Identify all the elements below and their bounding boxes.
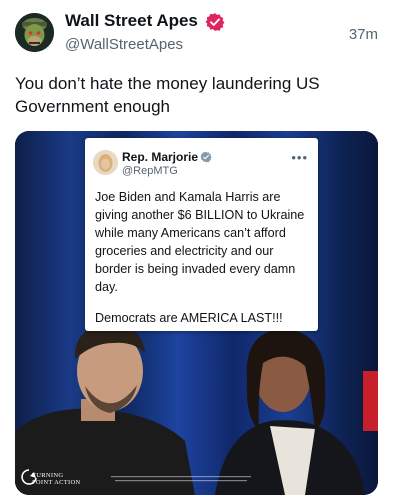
post-timestamp[interactable]: 37m <box>349 26 378 43</box>
watermark-line-1: TURNING <box>32 472 64 479</box>
author-name[interactable]: Wall Street Apes <box>65 11 198 31</box>
quoted-post-closing: Democrats are AMERICA LAST!!! <box>95 311 283 325</box>
author-handle[interactable]: @WallStreetApes <box>65 36 183 53</box>
author-avatar[interactable] <box>15 13 54 52</box>
quoted-author-handle: @RepMTG <box>122 165 178 177</box>
watermark-line-2: POINT ACTION <box>32 479 81 486</box>
quoted-author-name: Rep. Marjorie <box>122 150 199 164</box>
verified-badge-icon <box>200 151 212 163</box>
quoted-author-avatar[interactable] <box>93 150 118 175</box>
post-media-image[interactable]: Rep. Marjorie @RepMTG ••• Joe Biden and … <box>15 131 378 495</box>
post: Wall Street Apes @WallStreetApes 37m You… <box>0 0 394 500</box>
post-text: You don’t hate the money laundering US G… <box>15 74 320 116</box>
quoted-post-card[interactable]: Rep. Marjorie @RepMTG ••• Joe Biden and … <box>85 138 318 331</box>
more-options-icon: ••• <box>291 150 308 165</box>
quoted-post-text: Joe Biden and Kamala Harris are giving a… <box>95 190 305 294</box>
verified-badge-icon <box>205 13 225 31</box>
turning-point-action-watermark: TURNING POINT ACTION <box>20 468 90 490</box>
fine-print-disclaimer <box>111 476 251 482</box>
